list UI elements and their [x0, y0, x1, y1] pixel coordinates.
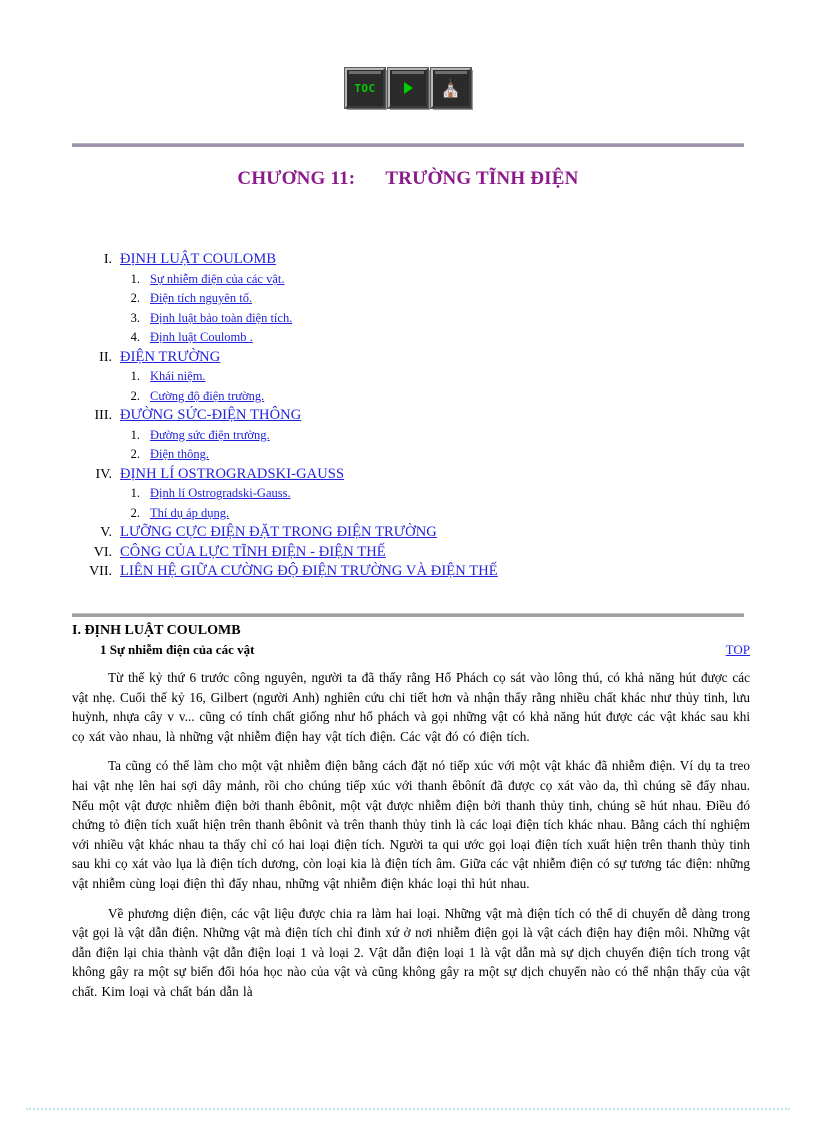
toc-numeral: 2. [130, 388, 140, 403]
page-title: CHƯƠNG 11: TRƯỜNG TĨNH ĐIỆN [0, 168, 816, 190]
toc-link-level1[interactable]: LIÊN HỆ GIỮA CƯỜNG ĐỘ ĐIỆN TRƯỜNG VÀ ĐIỆ… [120, 562, 498, 582]
toc-item-level2: 1. Định lí Ostrogradski-Gauss. [0, 484, 816, 504]
toc-link-level2[interactable]: Khái niệm. [150, 367, 206, 387]
navigation-button-bar: TOC ⛪ [0, 67, 816, 109]
toc-link-level1[interactable]: ĐIỆN TRƯỜNG [120, 348, 220, 368]
table-of-contents: I. ĐỊNH LUẬT COULOMB 1. Sự nhiễm điện của c… [0, 250, 816, 582]
toc-link-level1[interactable]: CÔNG CỦA LỰC TĨNH ĐIỆN - ĐIỆN THẾ [120, 543, 386, 563]
document-page: TOC ⛪ CHƯƠNG 11: TRƯỜNG TĨNH ĐIỆN I. ĐỊNH … [0, 0, 816, 1123]
divider-bottom [26, 1108, 790, 1111]
toc-numeral: VII. [89, 564, 112, 579]
toc-numeral: 1. [130, 486, 140, 500]
toc-item-level2: 4. Định luật Coulomb . [0, 328, 816, 348]
toc-link-level2[interactable]: Điện tích nguyên tố. [150, 289, 252, 309]
toc-link-level2[interactable]: Định lí Ostrogradski-Gauss. [150, 484, 291, 504]
toc-numeral: I. [103, 252, 112, 267]
toc-link-level2[interactable]: Thí dụ áp dụng. [150, 504, 229, 524]
toc-numeral: II. [99, 349, 112, 365]
chapter-number: CHƯƠNG 11: [237, 168, 356, 189]
toc-numeral: 4. [130, 330, 140, 344]
toc-item-level2: 2. Điện thông. [0, 445, 816, 465]
toc-link-level1[interactable]: LƯỠNG CỰC ĐIỆN ĐẶT TRONG ĐIỆN TRƯỜNG [120, 523, 437, 543]
play-triangle-icon [403, 82, 413, 94]
toc-item-level1: II. ĐIỆN TRƯỜNG [0, 348, 816, 368]
toc-numeral: 1. [130, 271, 140, 286]
divider-top [72, 143, 744, 147]
toc-item-level2: 3. Định luật bảo toàn điện tích. [0, 309, 816, 329]
toc-numeral: 3. [130, 310, 140, 325]
toc-link-level2[interactable]: Định luật bảo toàn điện tích. [150, 309, 292, 329]
toc-link-level2[interactable]: Sự nhiễm điện của các vật. [150, 270, 285, 290]
toc-button-label: TOC [354, 81, 376, 95]
home-icon: ⛪ [440, 78, 462, 98]
body-paragraph: Về phương diện điện, các vật liệu được c… [72, 905, 750, 999]
toc-link-level1[interactable]: ĐƯỜNG SỨC-ĐIỆN THÔNG [120, 406, 301, 426]
top-link[interactable]: TOP [726, 642, 750, 658]
section-heading: I. ĐỊNH LUẬT COULOMB [72, 623, 241, 638]
toc-item-level1: I. ĐỊNH LUẬT COULOMB [0, 250, 816, 270]
toc-numeral: 2. [130, 505, 140, 520]
toc-item-level2: 1. Đường sức điện trường. [0, 426, 816, 446]
divider-middle [72, 613, 744, 617]
next-button[interactable] [387, 67, 429, 109]
toc-link-level2[interactable]: Định luật Coulomb . [150, 328, 253, 348]
paragraph-list: Từ thế kỷ thứ 6 trước công nguyên, người… [72, 668, 750, 1002]
toc-link-level1[interactable]: ĐỊNH LUẬT COULOMB [120, 250, 276, 270]
toc-item-level1: VII. LIÊN HỆ GIỮA CƯỜNG ĐỘ ĐIỆN TRƯỜNG VÀ… [0, 562, 816, 582]
toc-item-level2: 2. Thí dụ áp dụng. [0, 504, 816, 524]
toc-item-level2: 2. Điện tích nguyên tố. [0, 289, 816, 309]
toc-numeral: 1. [130, 369, 140, 383]
section-content: I. ĐỊNH LUẬT COULOMB 1 Sự nhiễm điện của… [72, 622, 750, 1002]
toc-item-level1: V. LƯỠNG CỰC ĐIỆN ĐẶT TRONG ĐIỆN TRƯỜNG [0, 523, 816, 543]
body-paragraph: Ta cũng có thể làm cho một vật nhiễm điệ… [72, 758, 750, 891]
toc-item-level1: VI. CÔNG CỦA LỰC TĨNH ĐIỆN - ĐIỆN THẾ [0, 543, 816, 563]
chapter-name: TRƯỜNG TĨNH ĐIỆN [385, 168, 579, 189]
toc-numeral: IV. [95, 466, 112, 482]
toc-link-level2[interactable]: Cường độ điện trường. [150, 387, 264, 407]
home-button[interactable]: ⛪ [430, 67, 472, 109]
toc-link-level2[interactable]: Đường sức điện trường. [150, 426, 270, 446]
toc-numeral: VI. [93, 544, 112, 560]
toc-item-level2: 1. Sự nhiễm điện của các vật. [0, 270, 816, 290]
toc-numeral: 2. [130, 291, 140, 305]
toc-item-level1: III. ĐƯỜNG SỨC-ĐIỆN THÔNG [0, 406, 816, 426]
toc-link-level2[interactable]: Điện thông. [150, 445, 209, 465]
body-paragraph: Từ thế kỷ thứ 6 trước công nguyên, người… [72, 670, 750, 744]
toc-button[interactable]: TOC [344, 67, 386, 109]
toc-item-level2: 2. Cường độ điện trường. [0, 387, 816, 407]
toc-numeral: III. [94, 408, 113, 423]
toc-numeral: V. [100, 525, 112, 540]
toc-item-level1: IV. ĐỊNH LÍ OSTROGRADSKI-GAUSS [0, 465, 816, 485]
toc-numeral: 1. [130, 427, 140, 442]
toc-numeral: 2. [130, 447, 140, 461]
subsection-heading: 1 Sự nhiễm điện của các vật [100, 642, 255, 657]
subsection-heading-row: 1 Sự nhiễm điện của các vật TOP [72, 642, 750, 658]
toc-item-level2: 1. Khái niệm. [0, 367, 816, 387]
toc-link-level1[interactable]: ĐỊNH LÍ OSTROGRADSKI-GAUSS [120, 465, 344, 485]
